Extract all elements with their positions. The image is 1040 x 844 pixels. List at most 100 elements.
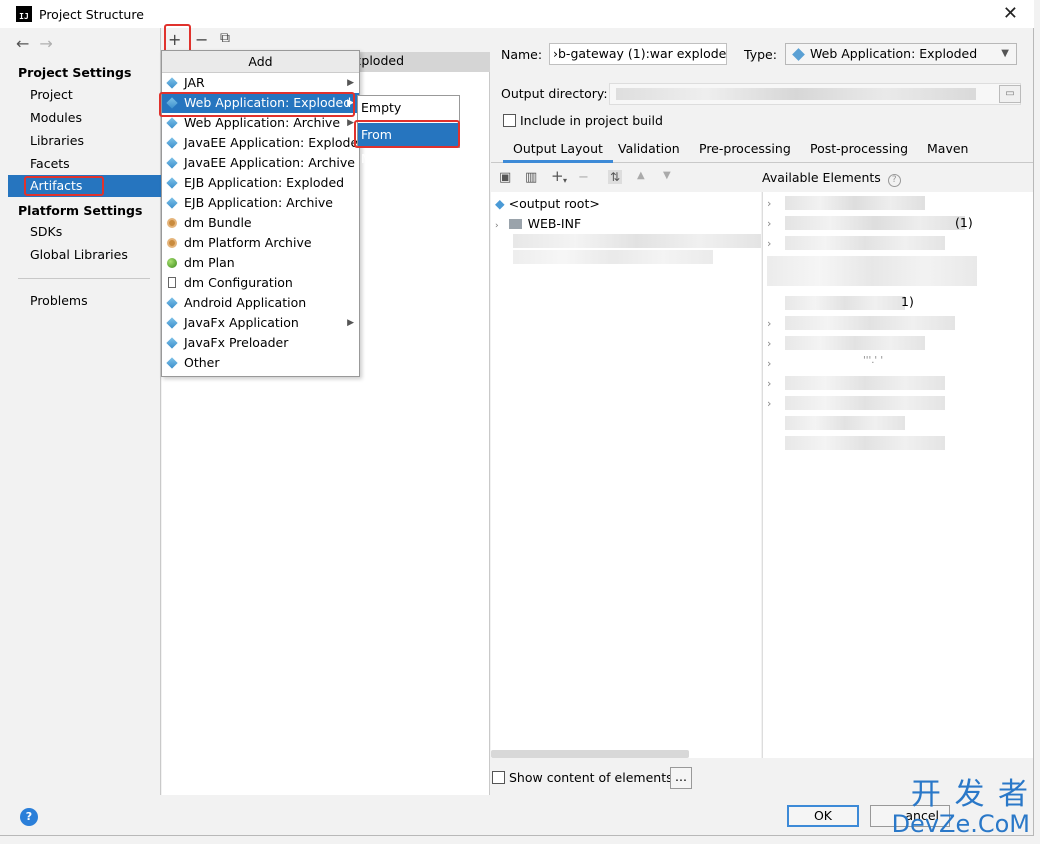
tab-output-layout[interactable]: Output Layout xyxy=(503,135,613,163)
tree-node-label: WEB-INF xyxy=(527,216,582,231)
nav-item-artifacts[interactable]: Artifacts xyxy=(8,175,161,197)
include-in-build-label: Include in project build xyxy=(520,113,663,128)
copy-artifact-icon[interactable]: ⧉ xyxy=(220,30,230,46)
move-down-icon[interactable]: ▼ xyxy=(663,170,671,181)
tab-validation[interactable]: Validation xyxy=(608,135,690,163)
menu-item-javaee-exploded[interactable]: JavaEE Application: Exploded xyxy=(162,133,366,153)
gear-icon xyxy=(167,238,177,248)
archive-icon[interactable]: ▥ xyxy=(525,170,537,185)
tree-node-web-inf[interactable]: › WEB-INF xyxy=(495,214,581,234)
nav-item-project[interactable]: Project xyxy=(8,84,161,106)
submenu-item-from-modules[interactable]: From Modules... xyxy=(358,123,459,166)
nav-item-sdks[interactable]: SDKs xyxy=(8,221,161,243)
menu-item-label: JavaFx Application xyxy=(184,315,299,330)
name-label: Name: xyxy=(501,47,543,62)
forward-arrow-icon[interactable]: → xyxy=(39,34,62,53)
menu-item-label: EJB Application: Archive xyxy=(184,195,333,210)
horizontal-scrollbar[interactable] xyxy=(491,750,689,758)
submenu-arrow-icon: ▶ xyxy=(347,78,354,88)
ok-button[interactable]: OK xyxy=(787,805,859,827)
menu-item-javafx-preloader[interactable]: JavaFx Preloader xyxy=(162,333,359,353)
show-content-checkbox[interactable] xyxy=(492,771,505,784)
menu-item-javaee-archive[interactable]: JavaEE Application: Archive xyxy=(162,153,359,173)
nav-item-libraries[interactable]: Libraries xyxy=(8,130,161,152)
blurred-element xyxy=(785,216,965,230)
output-directory-input[interactable] xyxy=(609,83,1021,105)
show-content-label: Show content of elements xyxy=(509,770,673,785)
folder-browse-icon[interactable]: ▭ xyxy=(999,85,1021,103)
ejb-icon xyxy=(166,197,178,209)
menu-item-dm-platform-archive[interactable]: dm Platform Archive xyxy=(162,233,359,253)
artifact-type-select[interactable]: Web Application: Exploded ▼ xyxy=(785,43,1017,65)
tab-post-processing[interactable]: Post-processing xyxy=(800,135,918,163)
menu-item-dm-plan[interactable]: dm Plan xyxy=(162,253,359,273)
menu-item-ejb-archive[interactable]: EJB Application: Archive xyxy=(162,193,359,213)
expand-arrow-icon: › xyxy=(495,221,499,231)
menu-item-web-app-archive[interactable]: Web Application: Archive ▶ xyxy=(162,113,359,133)
menu-item-web-app-exploded[interactable]: Web Application: Exploded ▶ xyxy=(162,93,359,113)
tab-maven[interactable]: Maven xyxy=(917,135,978,163)
gear-icon xyxy=(167,218,177,228)
javafx-icon xyxy=(166,337,178,349)
settings-nav-panel: ←→ Project Settings Project Modules Libr… xyxy=(8,28,161,795)
blurred-element xyxy=(785,196,925,210)
window-title: Project Structure xyxy=(39,6,144,22)
menu-item-label: JAR xyxy=(184,75,205,90)
menu-item-android-application[interactable]: Android Application xyxy=(162,293,359,313)
blurred-element xyxy=(785,436,945,450)
nav-item-facets[interactable]: Facets xyxy=(8,153,161,175)
menu-item-label: dm Plan xyxy=(184,255,235,270)
menu-item-ejb-exploded[interactable]: EJB Application: Exploded xyxy=(162,173,359,193)
nav-item-global-libraries[interactable]: Global Libraries xyxy=(8,244,161,266)
sort-icon[interactable]: ⇅ xyxy=(608,170,623,184)
menu-item-dm-configuration[interactable]: dm Configuration xyxy=(162,273,359,293)
nav-item-modules[interactable]: Modules xyxy=(8,107,161,129)
project-structure-dialog: IJ Project Structure ✕ ←→ Project Settin… xyxy=(0,0,1034,836)
add-artifact-icon[interactable]: + xyxy=(168,30,181,49)
submenu-item-empty[interactable]: Empty xyxy=(358,96,459,120)
output-layout-tree: ◆ <output root> › WEB-INF xyxy=(491,192,761,758)
help-icon[interactable]: ? xyxy=(887,174,901,187)
watermark: 开 发 者 DevZe.CoM xyxy=(892,777,1030,837)
intellij-app-icon: IJ xyxy=(16,6,32,22)
add-element-icon[interactable]: + xyxy=(551,167,564,185)
nav-divider xyxy=(18,278,150,279)
menu-item-other[interactable]: Other xyxy=(162,353,359,373)
add-dropdown-icon[interactable]: ▾ xyxy=(563,176,567,185)
tab-pre-processing[interactable]: Pre-processing xyxy=(689,135,801,163)
title-bar: IJ Project Structure ✕ xyxy=(0,0,1034,28)
javaee-icon xyxy=(166,157,178,169)
blurred-element xyxy=(785,416,905,430)
available-element-fragment: 1) xyxy=(901,294,914,309)
tree-node-output-root[interactable]: ◆ <output root> xyxy=(495,194,600,214)
help-button[interactable]: ? xyxy=(20,808,38,826)
project-settings-header: Project Settings xyxy=(18,65,132,80)
back-arrow-icon[interactable]: ← xyxy=(16,34,39,53)
menu-item-dm-bundle[interactable]: dm Bundle xyxy=(162,213,359,233)
blurred-element xyxy=(767,256,977,286)
close-icon[interactable]: ✕ xyxy=(1003,3,1018,24)
menu-item-javafx-application[interactable]: JavaFx Application ▶ xyxy=(162,313,359,333)
type-label: Type: xyxy=(744,47,777,62)
web-app-icon xyxy=(166,117,178,129)
nav-item-problems[interactable]: Problems xyxy=(8,290,161,312)
blurred-element xyxy=(785,336,925,350)
document-icon xyxy=(168,277,176,288)
remove-artifact-icon[interactable]: − xyxy=(195,30,208,49)
show-content-options-button[interactable]: ... xyxy=(670,767,692,789)
watermark-cn: 开 发 者 xyxy=(910,777,1030,812)
blurred-element xyxy=(785,396,945,410)
include-in-build-checkbox[interactable] xyxy=(503,114,516,127)
artifact-details-panel: Name: ›b-gateway (1):war exploded Type: … xyxy=(491,28,1033,795)
available-elements-header: Available Elements ? xyxy=(762,164,1033,192)
ejb-icon xyxy=(166,177,178,189)
javafx-icon xyxy=(166,317,178,329)
menu-item-label: EJB Application: Exploded xyxy=(184,175,345,190)
new-folder-icon[interactable]: ▣ xyxy=(499,170,511,185)
move-up-icon[interactable]: ▲ xyxy=(637,170,645,181)
menu-item-jar[interactable]: JAR ▶ xyxy=(162,73,359,93)
remove-element-icon[interactable]: − xyxy=(578,170,589,185)
blurred-element xyxy=(785,376,945,390)
artifact-list-item-label: xploded xyxy=(354,53,405,68)
artifact-name-input[interactable]: ›b-gateway (1):war exploded xyxy=(549,43,727,65)
